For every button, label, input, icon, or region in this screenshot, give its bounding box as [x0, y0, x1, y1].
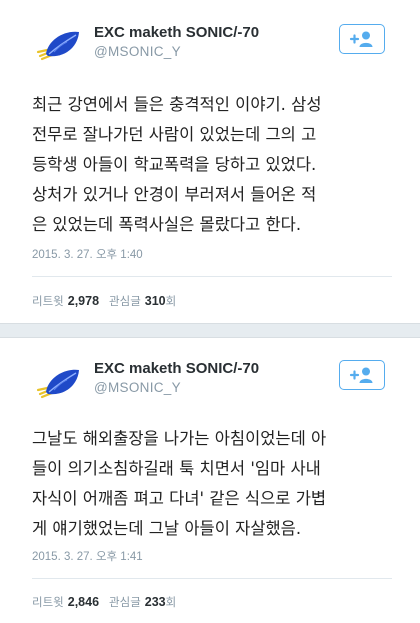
favorites-label: 관심글: [109, 595, 141, 609]
tweet-timestamp[interactable]: 2015. 3. 27. 오후 1:41: [32, 548, 143, 564]
retweet-count[interactable]: 2,978: [68, 294, 99, 308]
avatar[interactable]: [34, 22, 84, 72]
add-user-icon: [349, 367, 373, 383]
tweet-text: 최근 강연에서 들은 충격적인 이야기. 삼성 전무로 잘나가던 사람이 있었는…: [32, 95, 322, 234]
tweet-card: EXC maketh SONIC/-70 @MSONIC_Y 그날도 해외출장을…: [0, 338, 420, 623]
retweets-label: 리트윗: [32, 595, 64, 609]
follow-button[interactable]: [339, 360, 385, 390]
favorite-count[interactable]: 233: [145, 595, 166, 609]
favorites-suffix: 회: [165, 595, 177, 609]
favorites-suffix: 회: [165, 294, 177, 308]
avatar[interactable]: [34, 360, 84, 410]
tweet-stats: 리트윗 2,846 관심글 233 회: [32, 594, 176, 610]
favorites-label: 관심글: [109, 294, 141, 308]
display-name[interactable]: EXC maketh SONIC/-70: [94, 360, 259, 377]
user-handle[interactable]: @MSONIC_Y: [94, 44, 181, 59]
blue-leaf-avatar-icon: [34, 360, 84, 410]
divider: [32, 578, 392, 579]
retweets-label: 리트윗: [32, 294, 64, 308]
user-handle[interactable]: @MSONIC_Y: [94, 380, 181, 395]
blue-leaf-avatar-icon: [34, 22, 84, 72]
tweet-separator: [0, 323, 420, 338]
tweet-text: 그날도 해외출장을 나가는 아침이었는데 아 들이 의기소침하길래 툭 치면서 …: [32, 429, 327, 538]
display-name[interactable]: EXC maketh SONIC/-70: [94, 24, 259, 41]
retweet-count[interactable]: 2,846: [68, 595, 99, 609]
tweet-stats: 리트윗 2,978 관심글 310 회: [32, 293, 176, 309]
tweet-card: EXC maketh SONIC/-70 @MSONIC_Y 최근 강연에서 들…: [0, 0, 420, 323]
add-user-icon: [349, 31, 373, 47]
favorite-count[interactable]: 310: [145, 294, 166, 308]
tweet-timestamp[interactable]: 2015. 3. 27. 오후 1:40: [32, 246, 143, 262]
follow-button[interactable]: [339, 24, 385, 54]
divider: [32, 276, 392, 277]
